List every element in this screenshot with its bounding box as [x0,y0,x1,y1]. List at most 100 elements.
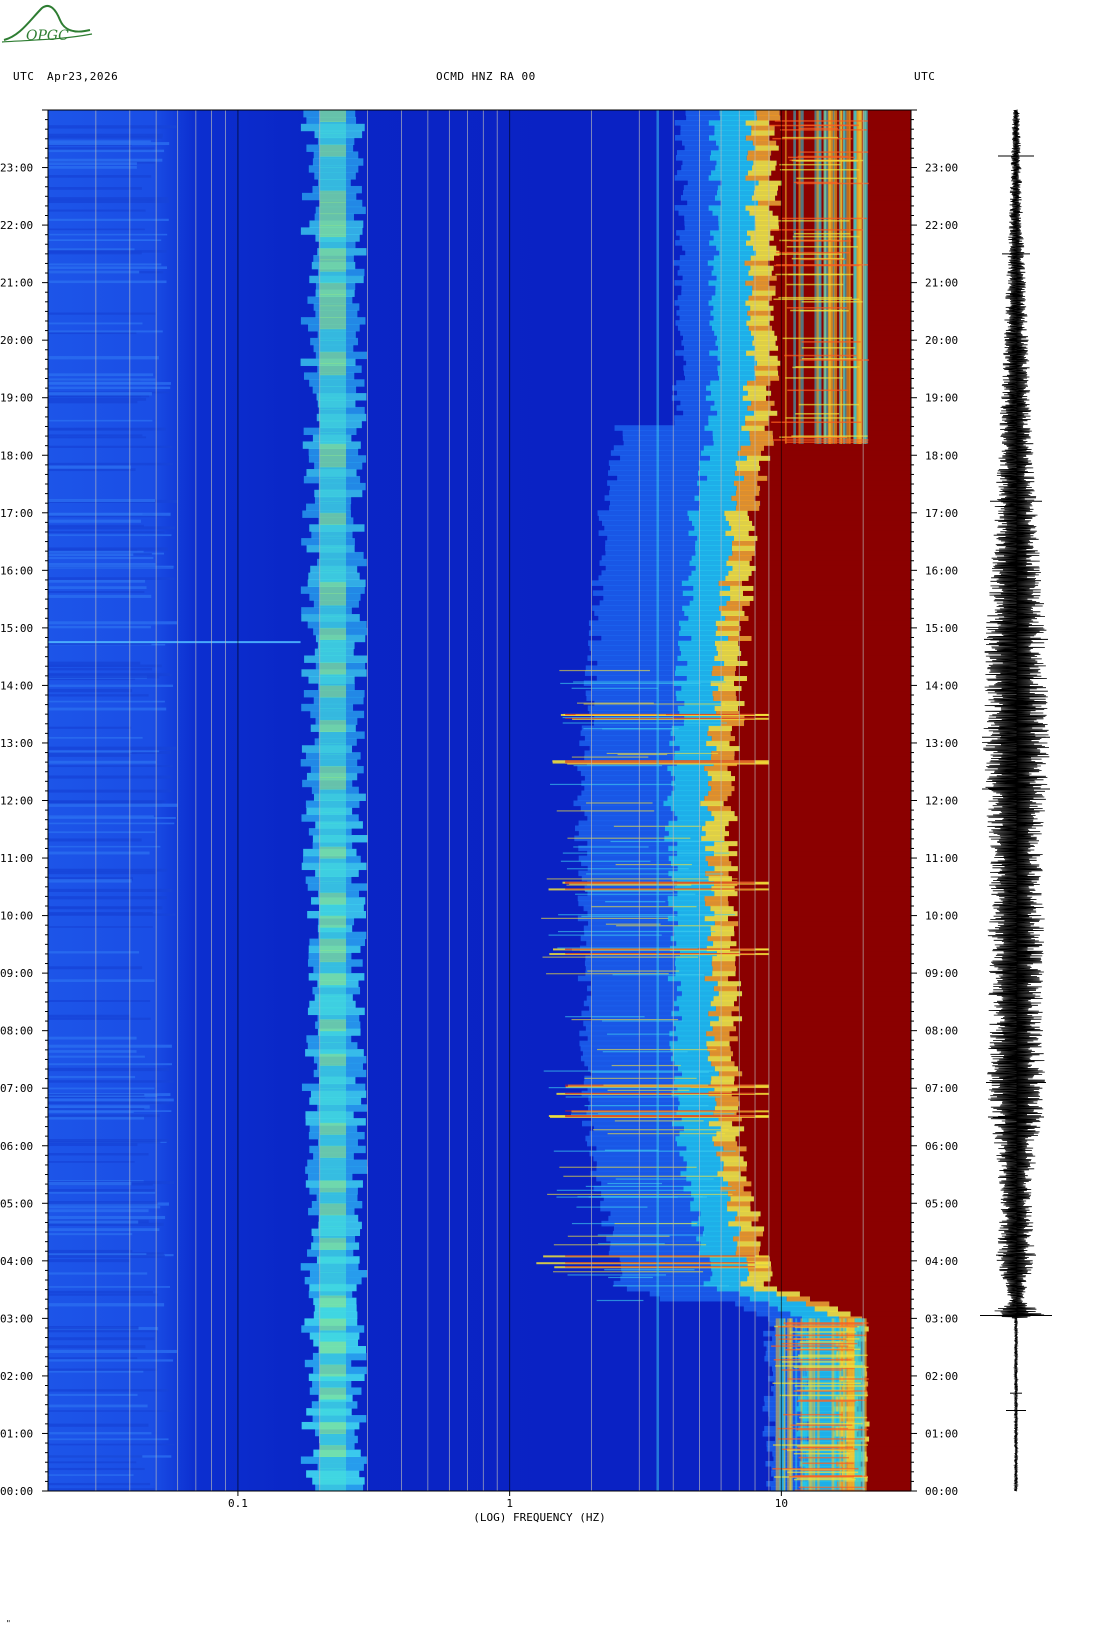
spectrum-saturated [737,655,911,661]
spectrum-ramp-cyan [697,480,734,486]
spectrum-ramp-blue [601,520,692,526]
spectrum-ramp-blue [743,1305,778,1312]
spectrum-ramp-yellow [739,1230,764,1237]
spectrum-saturated [867,1475,911,1482]
hf-streak [787,389,849,392]
hf-streak [779,1394,869,1397]
spectrum-ramp-blue [675,155,710,161]
spectrum-ramp-yellow [740,445,765,451]
activity-streak [557,947,698,949]
spectrum-ramp-blue [678,210,713,216]
hf-streak [773,298,860,301]
spectrum-ramp-blue [588,620,679,626]
hf-streak [782,136,839,139]
spectrum-saturated [751,1180,911,1187]
spectrum-saturated [735,690,911,697]
right-time-label: 14:00 [925,679,958,692]
right-time-label: 02:00 [925,1370,958,1383]
spectrogram-striation [48,1432,152,1435]
spectrum-ramp-cyan [720,360,757,366]
spectrum-saturated [761,450,911,456]
spectrum-ramp-cyan [679,1005,716,1012]
spectrum-ramp-yellow [745,420,769,426]
spectrogram-striation [48,228,145,231]
spectrum-ramp-blue [610,465,700,471]
spectrum-ramp-blue [676,230,711,236]
spectrum-ramp-cyan [671,790,709,797]
activity-streak [584,1105,709,1107]
spectrum-ramp-blue [622,430,713,436]
spectrogram-striation [48,668,153,671]
spectrogram-striation [48,736,143,739]
spectrogram-striation [48,149,165,153]
spectrum-ramp-yellow [725,515,750,521]
spectrum-saturated [734,810,911,817]
microseism-core [319,754,347,767]
activity-streak [577,1196,703,1198]
event-core [565,761,756,763]
spectrum-ramp-yellow [750,255,775,261]
hf-streak [791,257,845,260]
right-time-label: 15:00 [925,622,958,635]
spectrum-ramp-yellow [713,695,737,702]
spectrum-ramp-blue [584,960,675,967]
activity-streak [598,1243,665,1245]
microseism-core [319,1456,347,1469]
spectrum-saturated [754,495,911,501]
spectrum-ramp-blue [587,985,677,992]
left-time-label: 01:00 [0,1427,33,1440]
spectrum-saturated [750,1205,911,1212]
spectrum-ramp-yellow [732,540,756,546]
spectrum-ramp-cyan [676,1140,714,1147]
spectrogram-striation [48,428,132,431]
spectrum-ramp-cyan [673,925,711,932]
waveform-trace [980,109,1052,1492]
spectrum-ramp-cyan [677,910,715,917]
spectrum-saturated [741,650,911,656]
spectrum-ramp-yellow [712,965,736,972]
spectrum-ramp-yellow [740,1280,764,1287]
spectrum-ramp-yellow [776,1290,800,1297]
spectrum-ramp-blue [617,475,708,481]
spectrum-saturated [734,1000,911,1007]
spectrum-ramp-yellow [707,770,732,777]
spectrogram-striation [48,392,152,396]
spectrum-ramp-cyan [709,155,747,161]
activity-streak [541,917,669,919]
spectrum-saturated [867,1370,911,1377]
microseism-core [319,742,347,755]
microseism-core [319,1168,347,1181]
spectrum-ramp-cyan [718,145,756,151]
spectrum-ramp-cyan [675,690,713,697]
spectrum-saturated [747,1160,911,1167]
left-time-label: 00:00 [0,1485,33,1498]
spectrum-ramp-blue [590,625,681,631]
spectrum-ramp-cyan [717,370,755,376]
spectrum-ramp-yellow [712,690,736,697]
hf-streak [795,413,840,415]
microseism-core [319,121,347,134]
spectrum-ramp-cyan [677,1035,715,1042]
hf-streak [785,1348,854,1351]
spectrogram-striation [48,838,142,842]
spectrum-saturated [730,1045,911,1052]
spectrum-ramp-yellow [714,890,738,897]
microseism-core [319,731,347,744]
activity-streak [567,1235,670,1237]
spectrum-ramp-cyan [711,325,749,331]
spectrum-ramp-cyan [716,335,754,341]
spectrum-ramp-cyan [671,1010,709,1017]
spectrogram-striation [48,165,137,169]
activity-streak [611,1064,681,1067]
spectrum-ramp-yellow [743,475,768,481]
spectrum-ramp-cyan [688,515,726,521]
spectrum-ramp-blue [584,785,675,792]
spectrum-ramp-yellow [755,145,779,151]
spectrum-ramp-yellow [704,795,728,802]
spectrogram-striation [48,822,175,825]
spectrum-ramp-cyan [716,160,754,166]
spectrum-ramp-blue [605,550,696,556]
spectrum-ramp-yellow [750,265,774,271]
spectrum-ramp-blue [682,245,717,251]
spectrum-saturated [744,715,911,722]
